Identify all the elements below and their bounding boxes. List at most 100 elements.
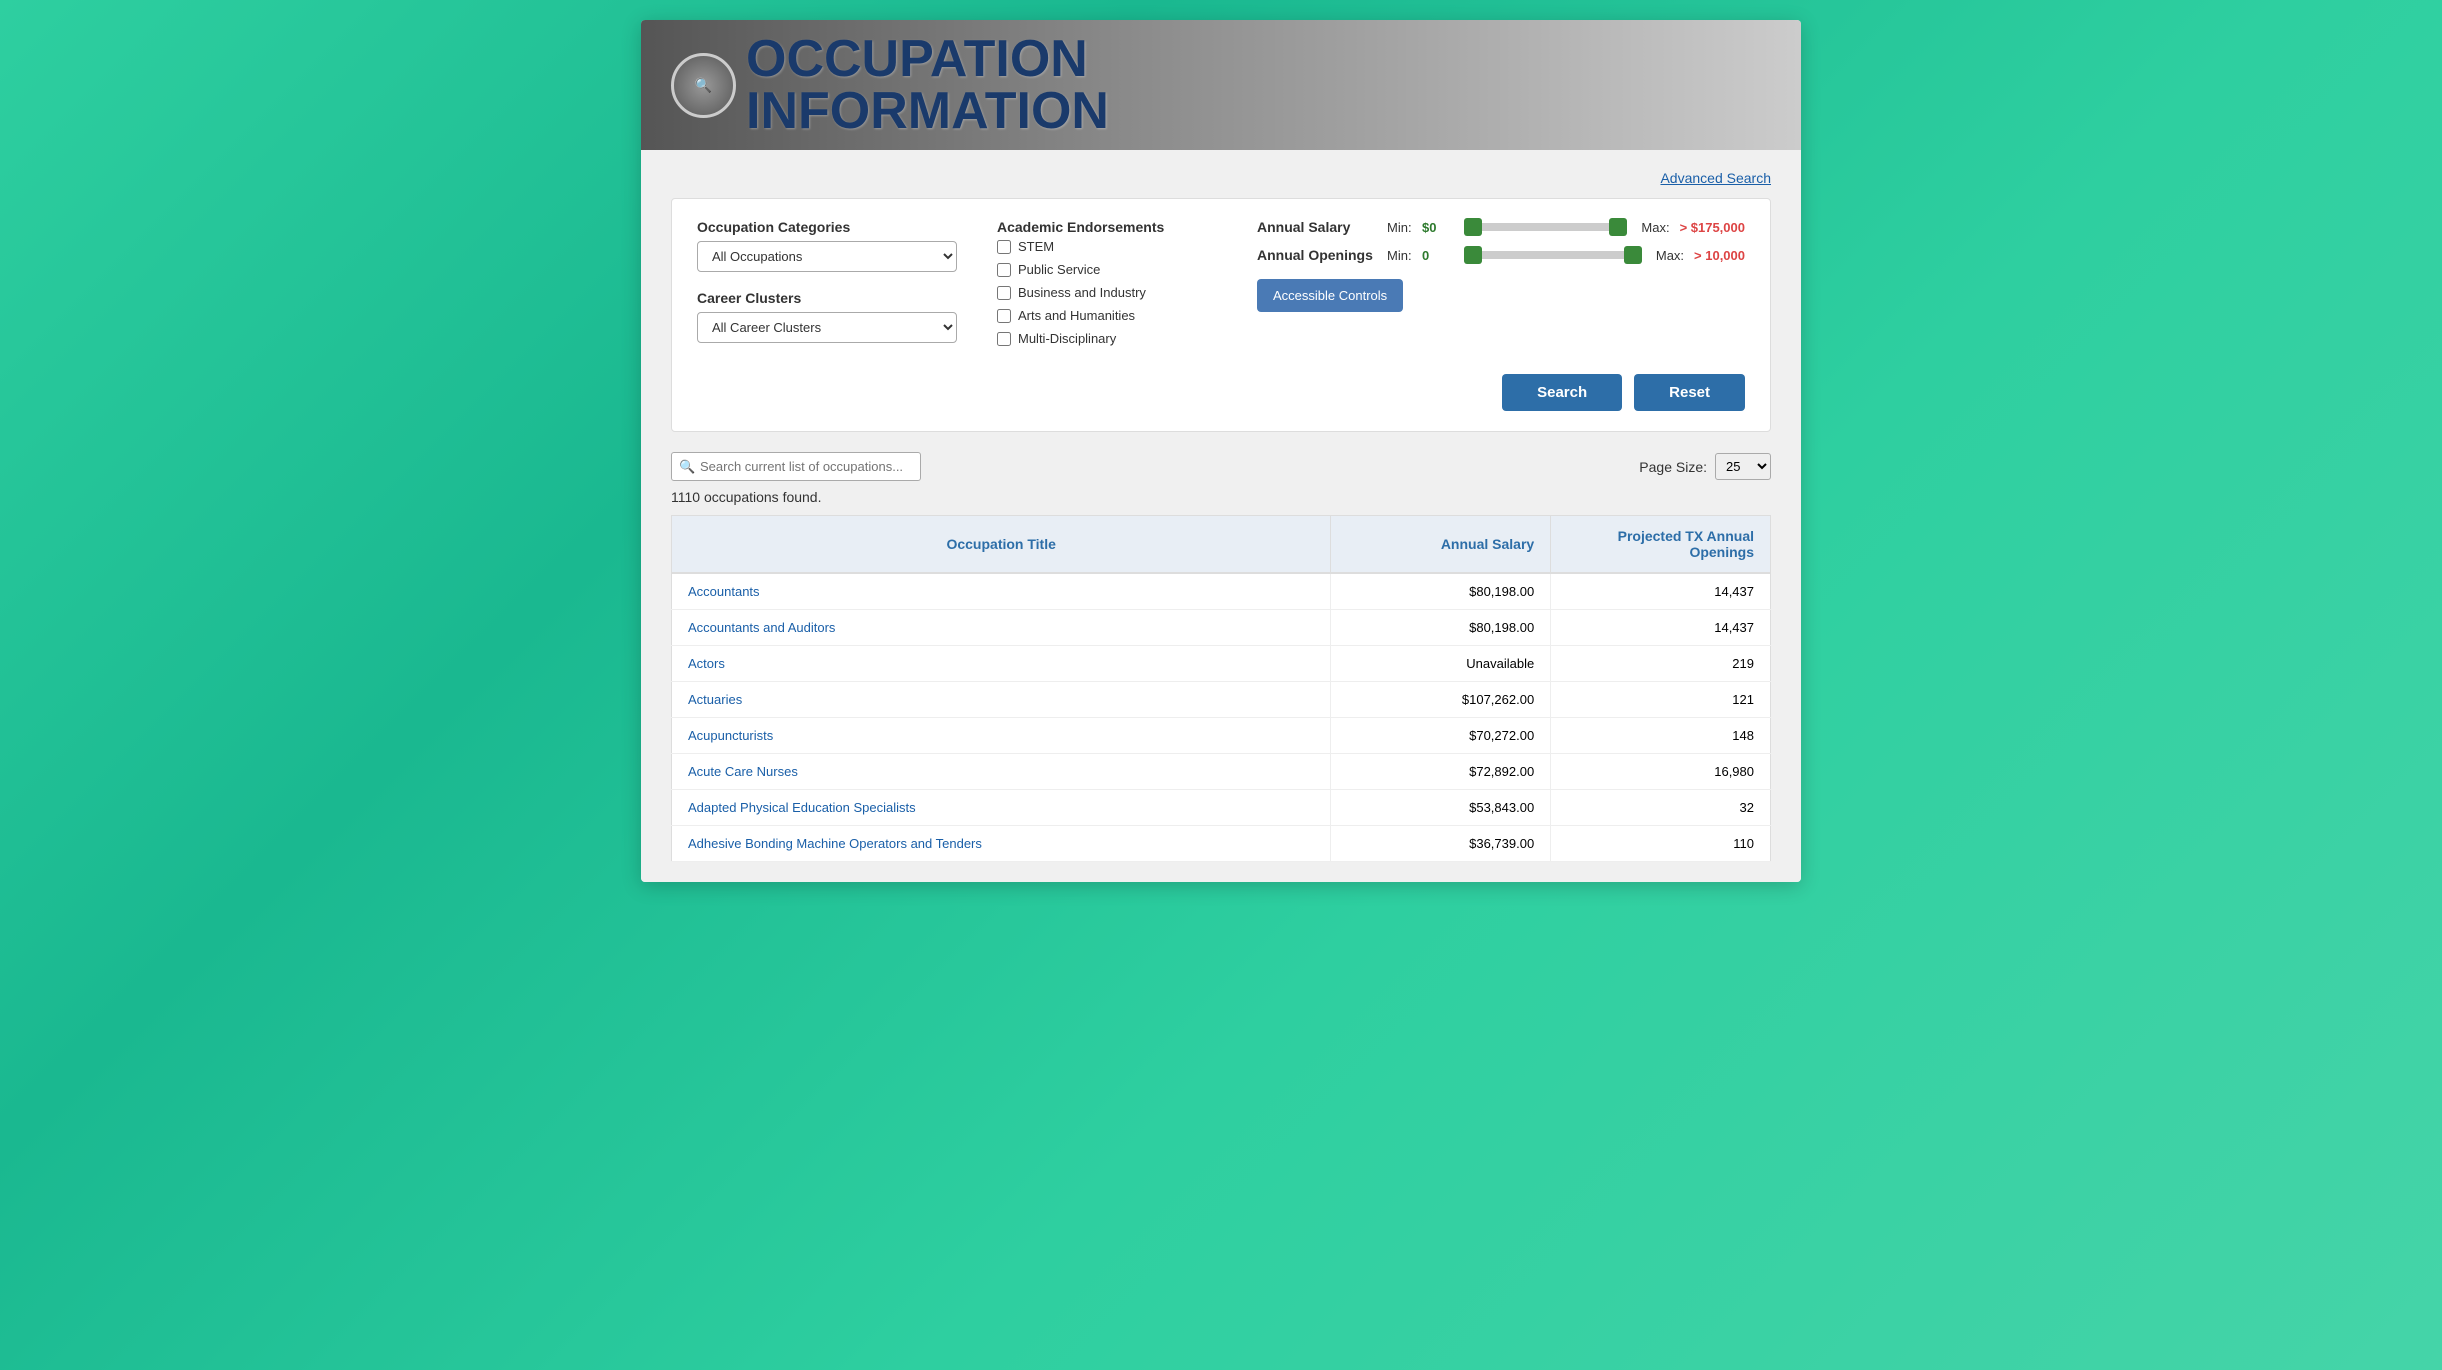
results-count: 1110 occupations found. [671,489,1771,505]
checkbox-multi-disciplinary-input[interactable] [997,332,1011,346]
cell-title: Actors [672,646,1331,682]
advanced-search-link-row: Advanced Search [671,170,1771,188]
openings-max-value: > 10,000 [1694,248,1745,263]
content-area: Advanced Search Occupation Categories Al… [641,150,1801,882]
cell-title: Acupuncturists [672,718,1331,754]
career-clusters-select[interactable]: All Career Clusters [697,312,957,343]
page-size-label: Page Size: [1639,459,1707,475]
career-clusters-label: Career Clusters [697,290,957,306]
search-icon: 🔍 [671,53,736,118]
table-row: Actors Unavailable 219 [672,646,1771,682]
cell-salary: $53,843.00 [1331,790,1551,826]
reset-button[interactable]: Reset [1634,374,1745,411]
cell-openings: 121 [1551,682,1771,718]
endorsements-label: Academic Endorsements [997,219,1217,235]
checkbox-arts-humanities: Arts and Humanities [997,308,1217,323]
cell-salary: Unavailable [1331,646,1551,682]
occupation-link[interactable]: Adhesive Bonding Machine Operators and T… [688,836,982,851]
accessible-controls-button[interactable]: Accessible Controls [1257,279,1403,312]
occupation-categories-label: Occupation Categories [697,219,957,235]
occupation-link[interactable]: Actors [688,656,725,671]
page-size-select[interactable]: 10 25 50 100 [1715,453,1771,480]
checkbox-business-industry-input[interactable] [997,286,1011,300]
results-table: Occupation Title Annual Salary Projected… [671,515,1771,862]
cell-salary: $107,262.00 [1331,682,1551,718]
form-buttons-row: Search Reset [697,374,1745,411]
search-filter-wrap: 🔍 [671,452,921,481]
cell-title: Actuaries [672,682,1331,718]
checkbox-stem-label: STEM [1018,239,1054,254]
table-body: Accountants $80,198.00 14,437 Accountant… [672,573,1771,862]
occupation-link[interactable]: Adapted Physical Education Specialists [688,800,916,815]
header-title: OCCUPATION INFORMATION [746,33,1109,137]
form-col-left: Occupation Categories All Occupations Ca… [697,219,957,343]
checkbox-arts-humanities-input[interactable] [997,309,1011,323]
checkbox-business-industry: Business and Industry [997,285,1217,300]
advanced-search-link[interactable]: Advanced Search [1660,170,1771,186]
cell-title: Accountants and Auditors [672,610,1331,646]
salary-slider-fill [1464,223,1627,231]
occupation-link[interactable]: Acute Care Nurses [688,764,798,779]
page-size-wrap: Page Size: 10 25 50 100 [1639,453,1771,480]
cell-openings: 14,437 [1551,573,1771,610]
checkbox-public-service: Public Service [997,262,1217,277]
openings-slider-fill [1464,251,1642,259]
cell-openings: 219 [1551,646,1771,682]
checkbox-arts-humanities-label: Arts and Humanities [1018,308,1135,323]
checkbox-stem: STEM [997,239,1217,254]
header-banner: 🔍 OCCUPATION INFORMATION [641,20,1801,150]
table-row: Acute Care Nurses $72,892.00 16,980 [672,754,1771,790]
career-clusters-group: Career Clusters All Career Clusters [697,290,957,343]
checkbox-multi-disciplinary: Multi-Disciplinary [997,331,1217,346]
cell-salary: $72,892.00 [1331,754,1551,790]
table-header-row: Occupation Title Annual Salary Projected… [672,516,1771,574]
openings-max-label: Max: [1656,248,1684,263]
checkbox-business-industry-label: Business and Industry [1018,285,1146,300]
cell-salary: $36,739.00 [1331,826,1551,862]
form-row: Occupation Categories All Occupations Ca… [697,219,1745,354]
checkbox-public-service-label: Public Service [1018,262,1100,277]
search-button[interactable]: Search [1502,374,1622,411]
search-filter-input[interactable] [671,452,921,481]
cell-salary: $80,198.00 [1331,610,1551,646]
salary-min-label: Min: [1387,220,1412,235]
salary-max-value: > $175,000 [1680,220,1745,235]
openings-min-label: Min: [1387,248,1412,263]
salary-slider-track [1464,223,1627,231]
table-row: Acupuncturists $70,272.00 148 [672,718,1771,754]
openings-min-value: 0 [1422,248,1450,263]
main-container: 🔍 OCCUPATION INFORMATION Advanced Search… [641,20,1801,882]
col-header-openings: Projected TX Annual Openings [1551,516,1771,574]
checkbox-multi-disciplinary-label: Multi-Disciplinary [1018,331,1116,346]
list-controls: 🔍 Page Size: 10 25 50 100 [671,452,1771,481]
occupation-link[interactable]: Acupuncturists [688,728,773,743]
annual-openings-label: Annual Openings [1257,247,1377,263]
search-form: Occupation Categories All Occupations Ca… [671,198,1771,432]
salary-min-value: $0 [1422,220,1450,235]
cell-title: Accountants [672,573,1331,610]
search-filter-icon: 🔍 [679,459,695,475]
openings-slider-handle-right[interactable] [1624,246,1642,264]
cell-openings: 14,437 [1551,610,1771,646]
cell-openings: 32 [1551,790,1771,826]
occupation-link[interactable]: Actuaries [688,692,742,707]
cell-openings: 16,980 [1551,754,1771,790]
col-header-salary: Annual Salary [1331,516,1551,574]
salary-slider-handle-right[interactable] [1609,218,1627,236]
occupation-categories-select[interactable]: All Occupations [697,241,957,272]
table-row: Adapted Physical Education Specialists $… [672,790,1771,826]
checkbox-public-service-input[interactable] [997,263,1011,277]
occupation-link[interactable]: Accountants [688,584,760,599]
openings-slider-handle-left[interactable] [1464,246,1482,264]
cell-salary: $70,272.00 [1331,718,1551,754]
checkbox-stem-input[interactable] [997,240,1011,254]
annual-salary-row: Annual Salary Min: $0 Max: > $175,000 [1257,219,1745,235]
annual-salary-label: Annual Salary [1257,219,1377,235]
form-col-right: Annual Salary Min: $0 Max: > $175,000 [1257,219,1745,312]
cell-title: Adapted Physical Education Specialists [672,790,1331,826]
table-row: Accountants and Auditors $80,198.00 14,4… [672,610,1771,646]
col-header-title: Occupation Title [672,516,1331,574]
occupation-link[interactable]: Accountants and Auditors [688,620,835,635]
salary-slider-handle-left[interactable] [1464,218,1482,236]
table-row: Actuaries $107,262.00 121 [672,682,1771,718]
